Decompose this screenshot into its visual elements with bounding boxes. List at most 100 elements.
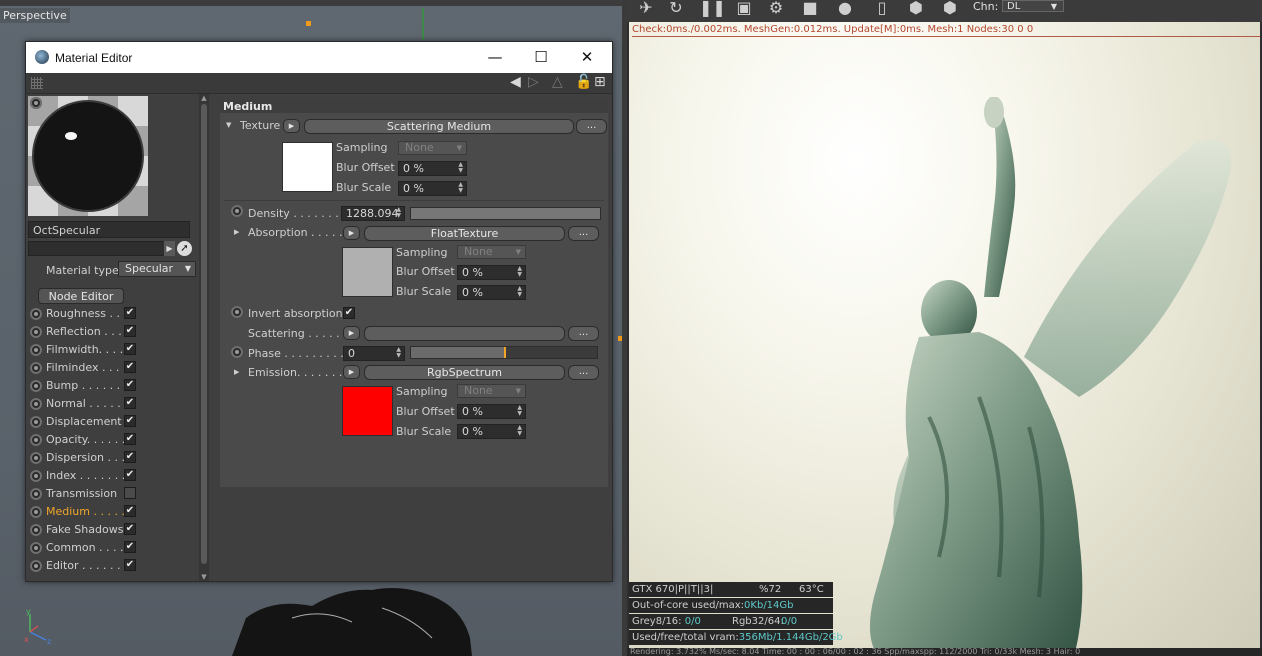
- scattering-shader-button[interactable]: [364, 326, 565, 341]
- material-type-radio[interactable]: [30, 97, 42, 109]
- channel-item[interactable]: Opacity. . . . . . ✔: [26, 431, 201, 449]
- material-name-field[interactable]: OctSpecular: [28, 221, 190, 238]
- density-slider[interactable]: [410, 207, 601, 220]
- scattering-arrow-button[interactable]: ▶: [343, 326, 360, 340]
- channel-item[interactable]: Common . . . . ✔: [26, 539, 201, 557]
- emission-arrow-button[interactable]: ▶: [343, 365, 360, 379]
- channel-item[interactable]: Index . . . . . . . ✔: [26, 467, 201, 485]
- channel-checkbox[interactable]: ✔: [124, 559, 136, 571]
- pick-material-icon[interactable]: ⬢: [939, 0, 961, 16]
- channel-label[interactable]: Editor . . . . . . .: [46, 559, 128, 572]
- phase-slider-handle[interactable]: [504, 347, 506, 358]
- channel-label[interactable]: Transmission: [46, 487, 117, 500]
- viewport-camera-label[interactable]: Perspective: [0, 8, 70, 23]
- up-arrow-icon[interactable]: △: [552, 74, 563, 90]
- sampling-select[interactable]: None ▼: [398, 141, 467, 155]
- channel-item[interactable]: Editor . . . . . . . ✔: [26, 557, 201, 575]
- channel-select[interactable]: DL ▼: [1002, 0, 1064, 12]
- channel-label[interactable]: Bump . . . . . . .: [46, 379, 127, 392]
- spinner-icon[interactable]: ▲ ▼: [396, 347, 401, 359]
- channel-radio[interactable]: [30, 452, 42, 464]
- texture-shader-button[interactable]: Scattering Medium: [304, 119, 574, 134]
- clay-mode-icon[interactable]: ▯: [871, 0, 893, 16]
- scroll-thumb[interactable]: [201, 104, 207, 564]
- absorption-swatch[interactable]: [342, 247, 393, 297]
- channel-item[interactable]: Roughness . . ✔: [26, 305, 201, 323]
- minimize-button[interactable]: —: [472, 42, 518, 73]
- channel-label[interactable]: Normal . . . . . .: [46, 397, 128, 410]
- channel-item[interactable]: Displacement ✔: [26, 413, 201, 431]
- texture-more-button[interactable]: ...: [576, 119, 607, 134]
- channel-label[interactable]: Medium . . . . .: [46, 505, 125, 518]
- channel-checkbox[interactable]: [124, 487, 136, 499]
- channel-radio[interactable]: [30, 506, 42, 518]
- region-render-icon[interactable]: ▣: [733, 0, 755, 16]
- spinner-icon[interactable]: ▲ ▼: [517, 266, 522, 278]
- channel-label[interactable]: Common . . . .: [46, 541, 124, 554]
- spinner-icon[interactable]: ▲ ▼: [396, 207, 401, 219]
- material-link-field[interactable]: [28, 241, 173, 256]
- back-arrow-icon[interactable]: ◀: [510, 74, 521, 90]
- spinner-icon[interactable]: ▲ ▼: [517, 286, 522, 298]
- channel-checkbox[interactable]: ✔: [124, 541, 136, 553]
- channel-item[interactable]: Reflection . . . ✔: [26, 323, 201, 341]
- absorption-more-button[interactable]: ...: [568, 226, 599, 241]
- channel-item[interactable]: Filmindex . . . . ✔: [26, 359, 201, 377]
- channel-checkbox[interactable]: ✔: [124, 433, 136, 445]
- channel-item[interactable]: Transmission: [26, 485, 201, 503]
- material-ball-icon[interactable]: ●: [834, 0, 856, 16]
- channel-checkbox[interactable]: ✔: [124, 343, 136, 355]
- channel-radio[interactable]: [30, 380, 42, 392]
- pick-object-icon[interactable]: ➚: [177, 241, 192, 256]
- absorption-arrow-button[interactable]: ▶: [343, 226, 360, 240]
- pick-focus-icon[interactable]: ⬢: [905, 0, 927, 16]
- blur-offset-field[interactable]: 0 % ▲ ▼: [398, 161, 467, 176]
- channel-radio[interactable]: [30, 308, 42, 320]
- pause-icon[interactable]: ❚❚: [699, 0, 726, 16]
- channel-label[interactable]: Dispersion . . .: [46, 451, 125, 464]
- forward-arrow-icon[interactable]: ▷: [528, 74, 539, 90]
- close-button[interactable]: ✕: [564, 42, 610, 73]
- expand-triangle-icon[interactable]: ▼: [226, 121, 231, 129]
- blur-scale-field[interactable]: 0 % ▲ ▼: [398, 181, 467, 196]
- scattering-more-button[interactable]: ...: [568, 326, 599, 341]
- channel-radio[interactable]: [30, 470, 42, 482]
- channel-item[interactable]: Bump . . . . . . . ✔: [26, 377, 201, 395]
- channel-label[interactable]: Opacity. . . . . .: [46, 433, 125, 446]
- channel-radio[interactable]: [30, 434, 42, 446]
- window-titlebar[interactable]: Material Editor — ☐ ✕: [26, 42, 612, 73]
- spinner-icon[interactable]: ▲ ▼: [517, 425, 522, 437]
- density-field[interactable]: 1288.094 ▲ ▼: [341, 206, 405, 221]
- spinner-icon[interactable]: ▲ ▼: [517, 405, 522, 417]
- channel-radio[interactable]: [30, 344, 42, 356]
- channel-label[interactable]: Reflection . . .: [46, 325, 122, 338]
- channel-checkbox[interactable]: ✔: [124, 379, 136, 391]
- blur-scale-field[interactable]: 0 % ▲ ▼: [457, 424, 526, 439]
- channel-item[interactable]: Normal . . . . . . ✔: [26, 395, 201, 413]
- material-editor-window[interactable]: Material Editor — ☐ ✕ ◀ ▷ △ 🔓 ⊞ OctSpecu…: [25, 41, 613, 582]
- phase-field[interactable]: 0 ▲ ▼: [343, 346, 405, 361]
- channel-radio[interactable]: [30, 560, 42, 572]
- link-arrow-button[interactable]: ▶: [164, 241, 175, 256]
- emission-swatch[interactable]: [342, 386, 393, 436]
- render-output[interactable]: Check:0ms./0.002ms. MeshGen:0.012ms. Upd…: [629, 22, 1260, 648]
- sampling-select[interactable]: None ▼: [457, 384, 526, 398]
- channel-checkbox[interactable]: ✔: [124, 361, 136, 373]
- channel-checkbox[interactable]: ✔: [124, 307, 136, 319]
- channel-checkbox[interactable]: ✔: [124, 415, 136, 427]
- channel-label[interactable]: Filmindex . . . .: [46, 361, 126, 374]
- channel-radio[interactable]: [30, 542, 42, 554]
- spinner-icon[interactable]: ▲ ▼: [458, 162, 463, 174]
- scroll-up-icon[interactable]: ▲: [199, 94, 209, 102]
- channel-checkbox[interactable]: ✔: [124, 325, 136, 337]
- settings-gear-icon[interactable]: ⚙: [765, 0, 787, 16]
- channel-radio[interactable]: [30, 524, 42, 536]
- live-viewer[interactable]: ✈ ↻ ❚❚ ▣ ⚙ ■ ● ▯ ⬢ ⬢ Chn: DL ▼ Check:0ms…: [627, 0, 1262, 656]
- emission-more-button[interactable]: ...: [568, 365, 599, 380]
- invert-absorption-radio[interactable]: [231, 306, 243, 318]
- texture-arrow-button[interactable]: ▶: [283, 119, 300, 133]
- object-handle[interactable]: [306, 21, 311, 26]
- channel-item[interactable]: Fake Shadows ✔: [26, 521, 201, 539]
- node-editor-button[interactable]: Node Editor: [38, 288, 124, 304]
- restart-icon[interactable]: ↻: [665, 0, 687, 16]
